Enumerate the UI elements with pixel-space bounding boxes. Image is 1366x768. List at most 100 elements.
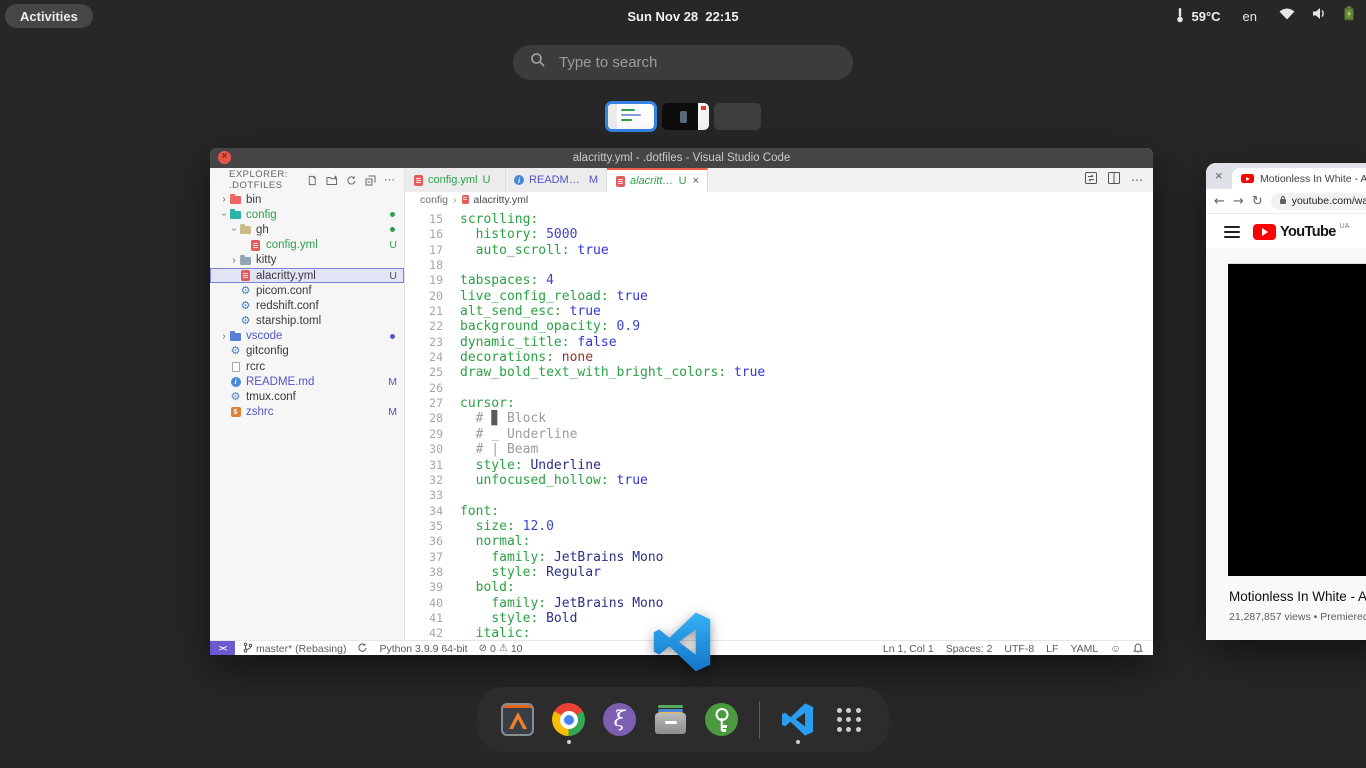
dash-dock: ξ (477, 687, 889, 752)
tree-item-config.yml[interactable]: config.ymlU (210, 238, 404, 253)
chevron-right-icon: › (229, 255, 239, 266)
dock-item-emacs[interactable]: ξ (603, 703, 636, 736)
refresh-icon[interactable] (346, 175, 357, 186)
tree-item-gh[interactable]: ›gh (210, 222, 404, 237)
activities-button[interactable]: Activities (5, 4, 93, 28)
dock-item-vscode[interactable] (781, 703, 814, 736)
breadcrumb[interactable]: config › alacritty.yml (405, 192, 1153, 207)
code-editor[interactable]: 15scrolling:16 history: 500017 auto_scro… (405, 207, 1153, 640)
address-bar[interactable]: youtube.com/wa (1271, 193, 1366, 210)
back-icon[interactable]: ← (1214, 194, 1225, 209)
tab-git-badge: M (589, 174, 598, 186)
youtube-region-badge: UA (1340, 223, 1350, 230)
tree-item-README.md[interactable]: iREADME.mdM (210, 374, 404, 389)
encoding-status[interactable]: UTF-8 (1004, 643, 1034, 655)
problems-status[interactable]: ⊘ 0 ⚠ 10 (479, 643, 523, 655)
tree-item-config[interactable]: ›config (210, 207, 404, 222)
workspace-youtube[interactable] (662, 103, 709, 130)
vscode-app-badge-icon[interactable] (652, 612, 712, 672)
video-player[interactable] (1228, 263, 1366, 576)
tree-item-gitconfig[interactable]: ⚙gitconfig (210, 344, 404, 359)
forward-icon[interactable]: → (1233, 194, 1244, 209)
collapse-all-icon[interactable] (365, 175, 376, 186)
tab-label: README.md (529, 174, 584, 186)
reload-icon[interactable]: ↻ (1252, 194, 1263, 209)
line-number: 23 (405, 335, 443, 350)
keyboard-layout-indicator[interactable]: en (1243, 9, 1257, 24)
explorer-more-icon[interactable]: ⋯ (384, 176, 395, 184)
git-branch-status[interactable]: master* (Rebasing) (243, 642, 346, 656)
feedback-icon[interactable]: ☺ (1110, 643, 1121, 655)
window-close-button[interactable]: × (218, 151, 231, 164)
code-line: 25draw_bold_text_with_bright_colors: tru… (405, 365, 1153, 380)
line-number: 26 (405, 381, 443, 396)
tab-README.md[interactable]: iREADME.mdM (506, 168, 607, 192)
vscode-window[interactable]: × alacritty.yml - .dotfiles - Visual Stu… (210, 148, 1153, 655)
tree-item-zshrc[interactable]: $zshrcM (210, 405, 404, 420)
tab-alacritty.yml[interactable]: alacritty.ymlU× (607, 168, 708, 192)
vscode-icon (781, 703, 814, 736)
battery-icon[interactable] (1344, 6, 1354, 26)
ws-dash (621, 119, 632, 121)
language-mode[interactable]: YAML (1070, 643, 1098, 655)
new-folder-icon[interactable] (326, 175, 338, 186)
breadcrumb-file[interactable]: alacritty.yml (474, 194, 529, 206)
line-number: 28 (405, 411, 443, 426)
youtube-play-icon (1253, 224, 1276, 240)
files-icon (654, 703, 687, 736)
git-status-badge: U (389, 270, 397, 282)
tree-item-starship.toml[interactable]: ⚙starship.toml (210, 314, 404, 329)
search-input[interactable]: Type to search (513, 45, 853, 80)
tree-item-picom.conf[interactable]: ⚙picom.conf (210, 283, 404, 298)
keepassxc-icon (705, 703, 738, 736)
tree-item-rcrc[interactable]: rcrc (210, 359, 404, 374)
gnome-top-bar: Activities Sun Nov 28 22:15 59°C en (0, 0, 1366, 32)
file-name: bin (246, 194, 404, 206)
chrome-window[interactable]: × Motionless In White - A ◄ ← → ↻ youtub… (1206, 163, 1366, 640)
tree-item-redshift.conf[interactable]: ⚙redshift.conf (210, 298, 404, 313)
dock-item-keepassxc[interactable] (705, 703, 738, 736)
chrome-icon (552, 703, 585, 736)
tab-config.yml[interactable]: config.ymlU (405, 168, 506, 192)
volume-icon[interactable] (1312, 7, 1327, 25)
chevron-right-icon: › (219, 331, 229, 342)
dock-item-chrome[interactable] (552, 703, 585, 736)
editor-more-icon[interactable]: ⋯ (1131, 173, 1143, 187)
tab-close-icon[interactable]: × (693, 175, 699, 187)
eol-status[interactable]: LF (1046, 643, 1058, 655)
toggle-layout-icon[interactable] (1085, 171, 1097, 189)
breadcrumb-folder[interactable]: config (420, 194, 448, 206)
code-line: 20live_config_reload: true (405, 289, 1153, 304)
yaml-icon (462, 195, 469, 204)
line-number: 34 (405, 504, 443, 519)
youtube-logo[interactable]: YouTube UA (1253, 224, 1349, 240)
tree-item-bin[interactable]: ›bin (210, 192, 404, 207)
sync-button[interactable] (357, 642, 368, 656)
line-number: 25 (405, 365, 443, 380)
chrome-tab[interactable]: Motionless In White - A (1232, 168, 1366, 189)
tree-item-tmux.conf[interactable]: ⚙tmux.conf (210, 389, 404, 404)
new-file-icon[interactable] (307, 175, 318, 186)
notifications-bell-icon[interactable] (1133, 643, 1143, 654)
chrome-tab-title: Motionless In White - A (1260, 173, 1366, 185)
wifi-icon[interactable] (1279, 7, 1295, 25)
dock-item-files[interactable] (654, 703, 687, 736)
code-line: 37 family: JetBrains Mono (405, 550, 1153, 565)
vscode-titlebar[interactable]: × alacritty.yml - .dotfiles - Visual Stu… (210, 148, 1153, 168)
tree-item-kitty[interactable]: ›kitty (210, 253, 404, 268)
tree-item-alacritty.yml[interactable]: alacritty.ymlU (210, 268, 404, 283)
dock-item-alacritty[interactable] (501, 703, 534, 736)
indentation-status[interactable]: Spaces: 2 (946, 643, 993, 655)
clock[interactable]: Sun Nov 28 22:15 (627, 0, 738, 32)
cursor-position[interactable]: Ln 1, Col 1 (883, 643, 934, 655)
remote-indicator[interactable]: >< (210, 641, 235, 655)
workspace-empty[interactable] (714, 103, 761, 130)
hamburger-menu-icon[interactable] (1224, 226, 1240, 238)
python-interpreter[interactable]: Python 3.9.9 64-bit (379, 643, 467, 655)
split-editor-icon[interactable] (1108, 171, 1120, 189)
workspace-vscode[interactable] (605, 101, 657, 132)
tree-item-vscode[interactable]: ›vscode (210, 329, 404, 344)
chrome-close-button[interactable]: × (1215, 168, 1223, 183)
file-name: rcrc (246, 361, 404, 373)
dock-item-app-grid[interactable] (832, 703, 865, 736)
